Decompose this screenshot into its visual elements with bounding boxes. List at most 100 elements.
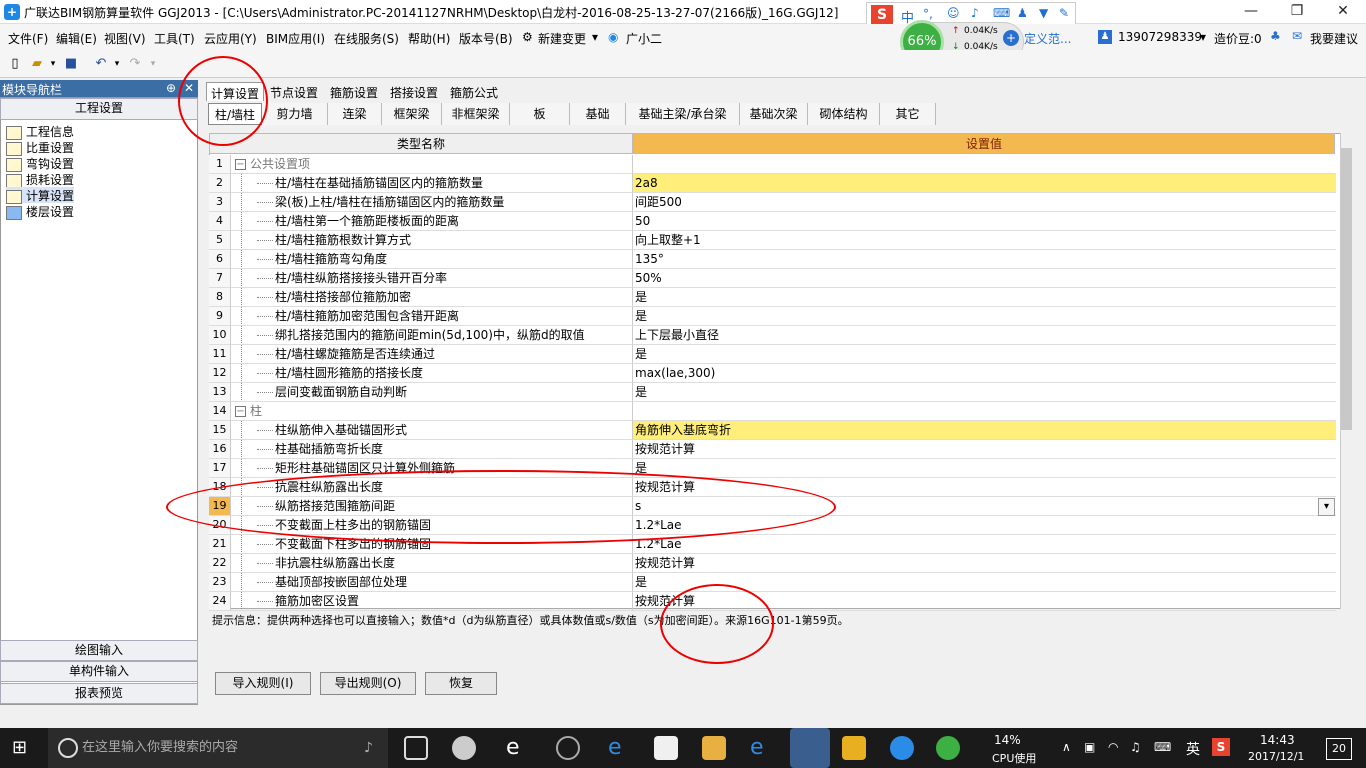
table-row[interactable]: 5 柱/墙柱箍筋根数计算方式 向上取整+1 [209,231,1336,250]
scrollbar-thumb[interactable] [1341,148,1352,430]
row-value-cell[interactable]: 按规范计算 [633,554,1336,573]
notes-icon[interactable] [842,736,866,760]
g-app-icon[interactable] [890,736,914,760]
nav-item-hook[interactable]: 弯钩设置 [6,155,74,172]
minimize-button[interactable]: — [1228,0,1274,24]
table-row[interactable]: 4 柱/墙柱第一个箍筋距楼板面的距离 50 [209,212,1336,231]
notification-center-badge[interactable]: 20 [1326,738,1352,760]
open-dropdown-icon[interactable]: ▾ [44,56,62,72]
row-value-cell[interactable]: 2a8 [633,174,1336,193]
nav-item-calc-settings[interactable]: 计算设置 [6,187,75,204]
redo-icon[interactable]: ↷ [126,56,144,72]
section-project-settings[interactable]: 工程设置 [0,98,198,120]
table-row[interactable]: 16 柱基础插筋弯折长度 按规范计算 [209,440,1336,459]
menu-new-change[interactable]: 新建变更 [538,30,586,47]
row-value-cell[interactable]: 是 [633,307,1336,326]
table-row[interactable]: 14− 柱 [209,402,1336,421]
tab-foundation[interactable]: 基础 [570,103,626,125]
menu-edit[interactable]: 编辑(E) [56,30,97,47]
user-icon[interactable]: ♟ [1017,6,1028,20]
menu-version[interactable]: 版本号(B) [459,30,513,47]
section-single-component[interactable]: 单构件输入 [0,661,198,682]
menu-help[interactable]: 帮助(H) [408,30,450,47]
maximize-button[interactable]: ❐ [1274,0,1320,24]
dropdown-arrow-icon[interactable]: ▾ [592,30,598,44]
menu-view[interactable]: 视图(V) [104,30,146,47]
menu-tools[interactable]: 工具(T) [154,30,195,47]
row-value-cell[interactable]: 向上取整+1 [633,231,1336,250]
ggj-app-icon[interactable] [790,728,830,768]
define-range-link[interactable]: 定义范... [1024,30,1071,47]
col-header-value[interactable]: 设置值 [633,133,1335,154]
suggest-link[interactable]: 我要建议 [1310,30,1358,47]
row-value-cell[interactable]: 上下层最小直径 [633,326,1336,345]
menu-file[interactable]: 文件(F) [8,30,48,47]
table-row[interactable]: 13 层间变截面钢筋自动判断 是 [209,383,1336,402]
table-row[interactable]: 22 非抗震柱纵筋露出长度 按规范计算 [209,554,1336,573]
keyboard-tray-icon[interactable]: ⌨ [1154,740,1171,754]
punct-icon[interactable]: °, [923,7,933,21]
table-row[interactable]: 6 柱/墙柱箍筋弯勾角度 135° [209,250,1336,269]
tab-other[interactable]: 其它 [880,103,936,125]
sogou-tray-icon[interactable]: S [1212,738,1230,756]
account-phone[interactable]: 13907298339 [1118,30,1202,44]
close-button[interactable]: ✕ [1320,0,1366,24]
clock-date[interactable]: 2017/12/1 [1248,750,1304,763]
tab-shear-wall[interactable]: 剪力墙 [262,103,328,125]
restore-button[interactable]: 恢复 [425,672,497,695]
emoji-icon[interactable]: ☺ [947,6,960,20]
clock-time[interactable]: 14:43 [1260,733,1295,747]
row-value-cell[interactable]: 按规范计算 [633,440,1336,459]
user-icon[interactable]: ♟ [1098,30,1112,44]
tab-node-settings[interactable]: 节点设置 [266,82,322,101]
explorer-icon[interactable] [702,736,726,760]
account-dropdown-icon[interactable]: ▾ [1200,30,1206,44]
volume-icon[interactable]: ♫ [1130,740,1141,754]
tab-slab[interactable]: 板 [510,103,570,125]
ie-pinned-icon[interactable]: e [750,736,774,760]
ie-icon[interactable]: e [506,736,530,760]
wifi-icon[interactable]: ◠ [1108,740,1118,754]
menu-bim[interactable]: BIM应用(I) [266,30,325,47]
table-row[interactable]: 23 基础顶部按嵌固部位处理是 [209,573,1336,592]
section-report-preview[interactable]: 报表预览 [0,683,198,704]
undo-dropdown-icon[interactable]: ▾ [108,56,126,72]
value-dropdown-icon[interactable]: ▾ [1318,498,1335,516]
plus-icon[interactable]: + [1003,30,1019,46]
table-row[interactable]: 15 柱纵筋伸入基础锚固形式 角筋伸入基底弯折 [209,421,1336,440]
new-file-icon[interactable]: ▯ [6,56,24,72]
wrench-icon[interactable]: ✎ [1059,6,1069,20]
collapse-icon[interactable]: − [235,159,246,170]
redo-dropdown-icon[interactable]: ▾ [144,56,162,72]
mic-icon[interactable]: ♪ [364,740,373,756]
col-header-name[interactable]: 类型名称 [209,133,633,154]
save-icon[interactable]: ■ [62,56,80,72]
export-rules-button[interactable]: 导出规则(O) [320,672,416,695]
taskbar-search[interactable]: 在这里输入你要搜索的内容 [48,728,388,768]
table-row[interactable]: 12 柱/墙柱圆形箍筋的搭接长度 max(lae,300) [209,364,1336,383]
speed-app-icon[interactable] [936,736,960,760]
row-value-cell[interactable]: 50 [633,212,1336,231]
mic-icon[interactable]: ♪ [971,6,979,20]
table-row[interactable]: 3 梁(板)上柱/墙柱在插筋锚固区内的箍筋数量 间距500 [209,193,1336,212]
bell-icon[interactable]: ♣ [1270,29,1281,43]
pinwheel-app-icon[interactable] [452,736,476,760]
row-value-cell[interactable]: max(lae,300) [633,364,1336,383]
nav-item-floor[interactable]: 楼层设置 [6,203,74,220]
task-view-icon[interactable] [404,736,428,760]
row-value-cell[interactable]: 是 [633,383,1336,402]
row-value-cell[interactable] [633,402,1336,421]
table-row[interactable]: 24 箍筋加密区设置 按规范计算 [209,592,1336,611]
keyboard-icon[interactable]: ⌨ [993,6,1010,20]
nav-item-density[interactable]: 比重设置 [6,139,74,156]
suggest-icon[interactable]: ✉ [1292,29,1302,43]
shirt-icon[interactable]: ▼ [1039,6,1048,20]
menu-online[interactable]: 在线服务(S) [334,30,399,47]
table-row[interactable]: 2 柱/墙柱在基础插筋锚固区内的箍筋数量 2a8 [209,174,1336,193]
tab-lap-settings[interactable]: 搭接设置 [386,82,442,101]
row-value-cell[interactable]: 135° [633,250,1336,269]
browser-icon[interactable] [556,736,580,760]
tab-masonry[interactable]: 砌体结构 [808,103,880,125]
store-icon[interactable] [654,736,678,760]
tab-stirrup-formula[interactable]: 箍筋公式 [446,82,502,101]
